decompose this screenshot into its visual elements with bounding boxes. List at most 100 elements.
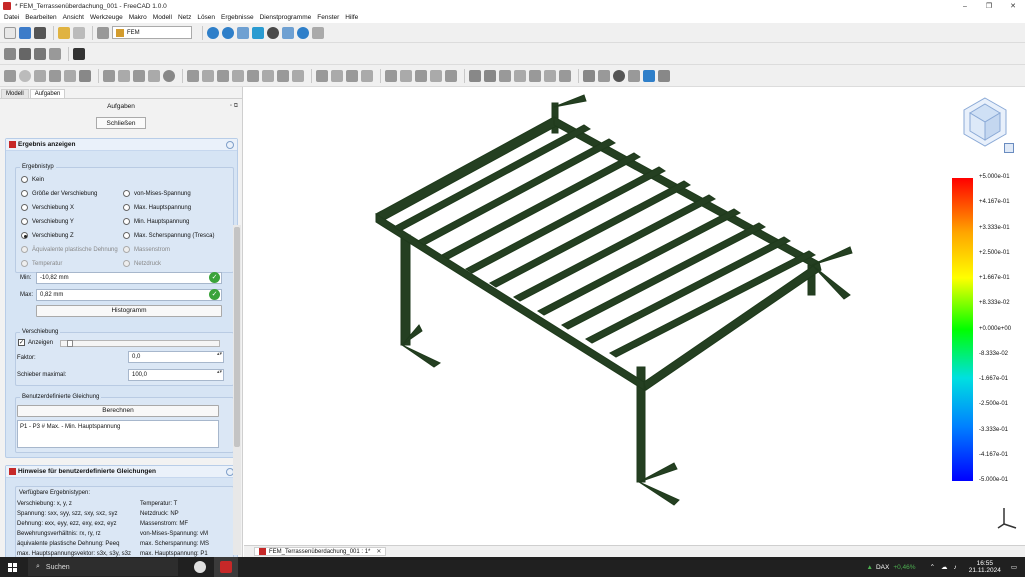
max-field[interactable]: 0,82 mm [36,289,222,301]
workbench-selector[interactable]: FEM [112,26,192,39]
std-box-icon[interactable] [282,26,294,39]
tab-aufgaben[interactable]: Aufgaben [29,89,66,98]
pin-icon[interactable] [312,26,324,39]
menu-werkzeuge[interactable]: Werkzeuge [90,14,123,21]
mesh-gmsh-icon[interactable] [202,69,214,82]
initial-temp-icon[interactable] [346,69,358,82]
collapse-icon[interactable] [226,140,234,149]
flow-velocity-icon[interactable] [385,69,397,82]
thermometer-icon[interactable] [559,69,571,82]
slider-handle[interactable] [67,340,73,347]
folder-icon[interactable] [19,47,31,60]
windows-start-icon[interactable] [0,557,24,577]
save-icon[interactable] [34,26,46,39]
taskbar-app-freecad[interactable] [214,557,238,577]
measure-icon[interactable] [297,26,309,39]
calculate-button[interactable]: Berechnen [17,405,219,417]
radio-von-mises[interactable]: von-Mises-Spannung [123,190,191,197]
grid-icon[interactable] [658,69,670,82]
taskbar-search[interactable]: ⌕ Suchen [28,558,178,576]
panel-scrollbar[interactable] [233,225,241,555]
maximize-button[interactable]: ❐ [977,0,1001,12]
result-box-header[interactable]: Ergebnis anzeigen [6,139,237,151]
results-purge-icon[interactable] [499,69,511,82]
examples-icon[interactable] [583,69,595,82]
scrollbar-thumb[interactable] [234,227,240,447]
mesh-icon[interactable] [187,69,199,82]
menu-makro[interactable]: Makro [129,14,147,21]
radio-displacement-magnitude[interactable]: Größe der Verschiebung [21,190,97,197]
display-mesh-icon[interactable] [628,69,640,82]
radio-displacement-x[interactable]: Verschiebung X [21,204,74,211]
radio-displacement-y[interactable]: Verschiebung Y [21,218,74,225]
gear-icon[interactable] [4,47,16,60]
menu-modell[interactable]: Modell [153,14,172,21]
solver-ccx-icon[interactable] [430,69,442,82]
network-icon[interactable]: ☁ [941,563,948,571]
pressure-icon[interactable] [118,69,130,82]
mesh-region-icon[interactable] [217,69,229,82]
new-file-icon[interactable] [4,26,16,39]
body-heat-icon[interactable] [331,69,343,82]
tab-modell[interactable]: Modell [1,89,29,98]
open-file-icon[interactable] [19,26,31,39]
displacement-icon[interactable] [133,69,145,82]
radio-tresca[interactable]: Max. Scherspannung (Tresca) [123,232,214,239]
isometric-view-icon[interactable] [237,26,249,39]
equation-textarea[interactable]: P1 - P3 # Max. - Min. Hauptspannung [17,420,219,448]
menu-fenster[interactable]: Fenster [317,14,339,21]
document-tab[interactable]: FEM_Terrassenüberdachung_001 : 1* ✕ [254,547,387,556]
menu-datei[interactable]: Datei [4,14,19,21]
solver-run-icon[interactable] [469,69,481,82]
heatflux-icon[interactable] [292,69,304,82]
displacement-slider[interactable] [60,340,220,347]
menu-dienstprogramme[interactable]: Dienstprogramme [260,14,312,21]
draw-style-icon[interactable] [267,26,279,39]
radio-displacement-z[interactable]: Verschiebung Z [21,232,74,239]
menu-netz[interactable]: Netz [178,14,191,21]
notification-icon[interactable]: ▭ [1011,563,1017,571]
menu-ergebnisse[interactable]: Ergebnisse [221,14,254,21]
whats-this-icon[interactable] [73,47,85,60]
3d-viewport[interactable]: +5.000e-01 +4.167e-01 +3.333e-01 +2.500e-01… [244,87,1025,545]
stop-icon[interactable] [613,69,625,82]
tray-chevron-icon[interactable]: ⌃ [930,563,935,571]
undo-icon[interactable] [58,26,70,39]
minimize-button[interactable]: – [953,0,977,12]
clock[interactable]: 16:55 21.11.2024 [969,560,1001,574]
clear-mesh-icon[interactable] [598,69,610,82]
radio-kein[interactable]: Kein [21,176,44,183]
braces-icon[interactable] [49,47,61,60]
min-field[interactable]: -10,82 mm [36,272,222,284]
force-icon[interactable] [103,69,115,82]
fit-all-icon[interactable] [207,26,219,39]
slider-max-spinbox[interactable]: 100,0 [128,369,224,381]
spring-icon[interactable] [277,69,289,82]
contact-icon[interactable] [247,69,259,82]
radio-max-principal[interactable]: Max. Hauptspannung [123,204,191,211]
taskbar-app-chrome[interactable] [188,557,212,577]
volume-icon[interactable]: ♪ [954,564,957,571]
clip-filter-icon[interactable] [514,69,526,82]
beam-section-icon[interactable] [34,69,46,82]
scalar-clip-icon[interactable] [529,69,541,82]
refresh-icon[interactable] [97,26,109,39]
self-weight-icon[interactable] [148,69,160,82]
view-menu-cube-icon[interactable] [1004,143,1014,153]
warp-filter-icon[interactable] [544,69,556,82]
redo-icon[interactable] [73,26,85,39]
menu-ansicht[interactable]: Ansicht [63,14,84,21]
panel-dock-icons[interactable]: ▫ ⧉ [230,103,238,110]
electrostatic-icon[interactable] [361,69,373,82]
refresh-recompute-icon[interactable] [643,69,655,82]
material-icon[interactable] [19,69,31,82]
radio-min-principal[interactable]: Min. Hauptspannung [123,218,189,225]
front-view-icon[interactable] [252,26,264,39]
fluid-section-icon[interactable] [64,69,76,82]
ticker-label[interactable]: DAX [876,564,889,571]
hints-box-header[interactable]: Hinweise für benutzerdefinierte Gleichun… [6,466,237,478]
close-tab-icon[interactable]: ✕ [376,548,381,555]
factor-spinbox[interactable]: 0,0 [128,351,224,363]
link-icon[interactable] [34,47,46,60]
constraint-fixed-icon[interactable] [79,69,91,82]
